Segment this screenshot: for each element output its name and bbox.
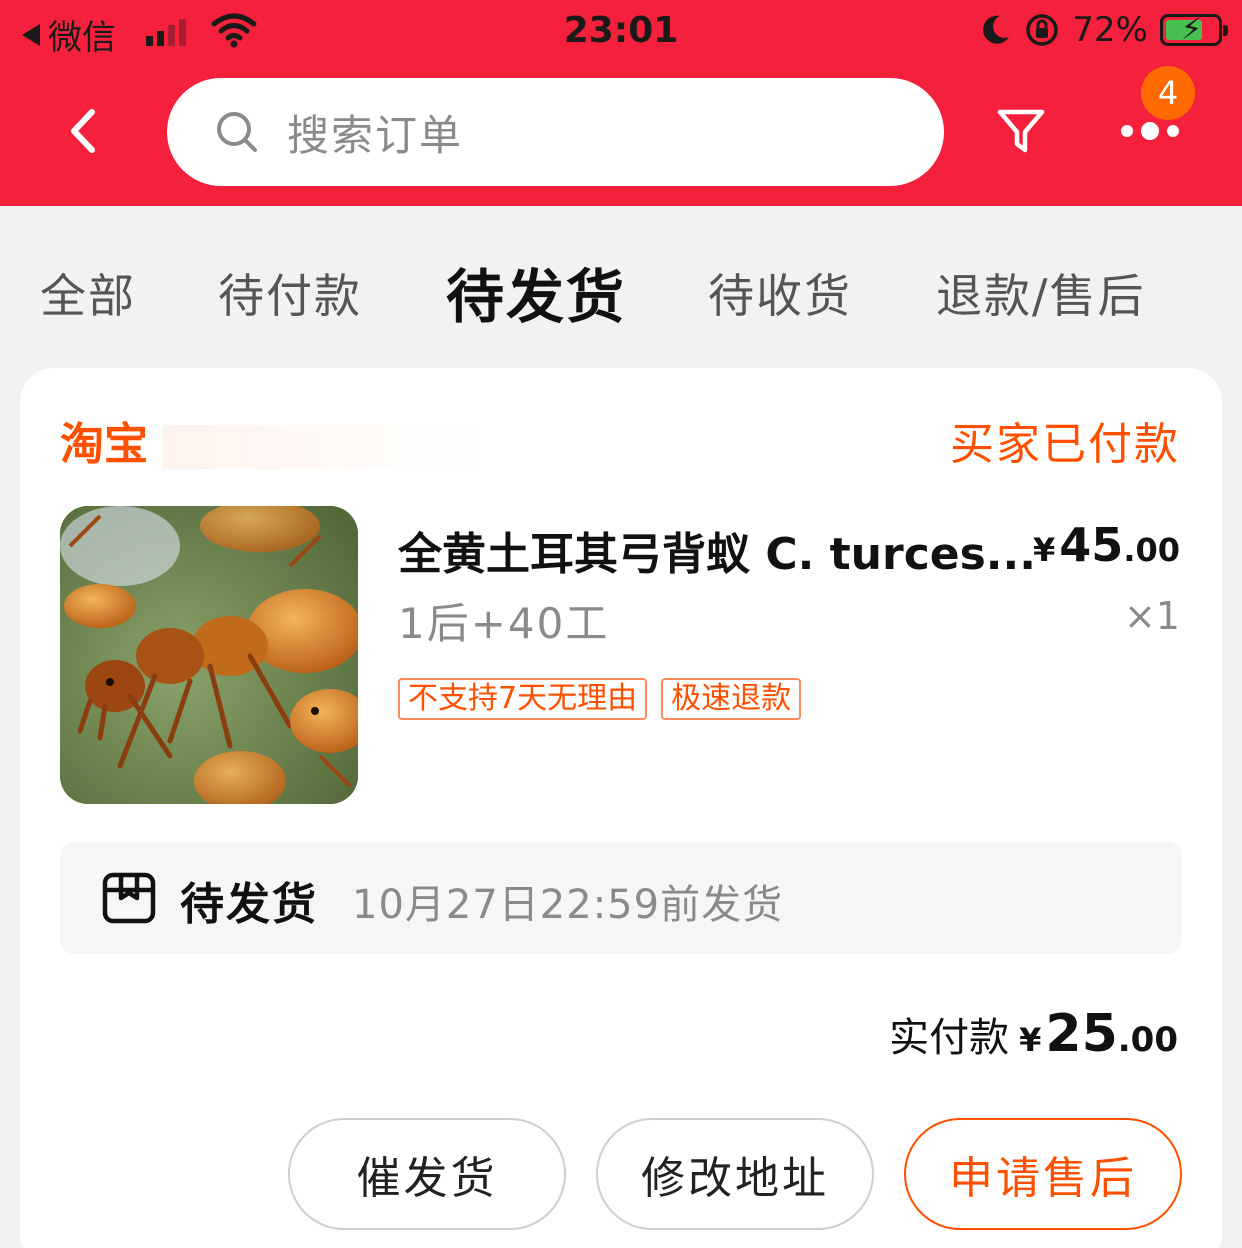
status-bar: 微信 23:01 72% ⚡ [0,0,1242,66]
tab-pending-payment[interactable]: 待付款 [218,260,362,326]
package-icon [102,872,156,924]
total-label: 实付款 [889,1015,1010,1061]
filter-icon[interactable] [994,104,1048,158]
product-image[interactable] [60,506,358,804]
search-bar[interactable]: 搜索订单 [167,78,944,186]
rotation-lock-icon [1026,14,1059,46]
tab-pending-receipt[interactable]: 待收货 [708,260,852,326]
shipping-info[interactable]: 待发货 10月27日22:59前发货 [60,842,1182,954]
service-tags: 不支持7天无理由 极速退款 [398,678,802,720]
tab-pending-shipment[interactable]: 待发货 [446,250,626,334]
product-sku: 1后+40工 [398,599,610,648]
total-currency: ¥ [1019,1021,1042,1059]
tag-no-7day-return: 不支持7天无理由 [398,678,648,720]
charging-bolt-icon: ⚡ [1181,12,1203,47]
ant-photo [60,506,358,804]
order-card: 淘宝 买家已付款 全黄土耳其弓背蚁 C. turces... ¥45.00 1后… [20,368,1222,1248]
shipping-deadline: 10月27日22:59前发货 [352,882,784,928]
battery-icon: ⚡ [1160,12,1228,47]
tag-fast-refund: 极速退款 [661,678,802,720]
notification-badge: 4 [1141,66,1195,120]
order-status: 买家已付款 [950,419,1180,470]
product-price: ¥45.00 [1033,518,1180,572]
battery-percent: 72% [1072,10,1148,50]
status-right: 72% ⚡ [978,10,1228,50]
price-integer: 45 [1059,518,1124,572]
price-decimal: .00 [1123,531,1180,569]
total-decimal: .00 [1117,1020,1178,1060]
total-integer: 25 [1045,1004,1118,1064]
shop-name-label: 淘宝 [60,419,148,470]
chevron-left-icon [71,109,95,153]
top-header: 微信 23:01 72% ⚡ 搜索订单 4 [0,0,1242,206]
tab-refund-aftersales[interactable]: 退款/售后 [936,260,1146,326]
shop-name[interactable]: 淘宝 [60,408,624,472]
shop-name-redacted [163,425,624,469]
back-button[interactable] [58,96,108,166]
tab-all[interactable]: 全部 [40,260,136,326]
urge-shipment-button[interactable]: 催发货 [288,1118,566,1230]
shipping-status: 待发货 [180,879,318,930]
moon-icon [983,15,1010,44]
product-title[interactable]: 全黄土耳其弓背蚁 C. turces... [398,518,1038,582]
search-icon [217,112,257,152]
product-quantity: ×1 [1123,594,1180,638]
nav-row: 搜索订单 [0,76,1242,188]
apply-aftersales-button[interactable]: 申请售后 [904,1118,1182,1230]
change-address-button[interactable]: 修改地址 [596,1118,874,1230]
search-placeholder: 搜索订单 [287,110,464,160]
order-total: 实付款 ¥ 25 .00 [889,1004,1178,1064]
price-currency: ¥ [1033,531,1056,569]
order-tabs: 全部 待付款 待发货 待收货 退款/售后 [0,240,1242,340]
